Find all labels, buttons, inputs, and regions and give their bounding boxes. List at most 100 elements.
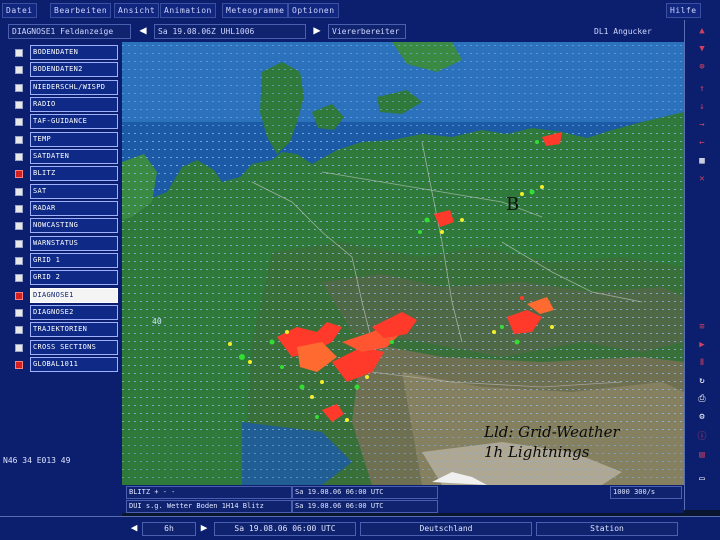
menu-animation[interactable]: Animation	[160, 3, 216, 18]
layer-checkbox-checked[interactable]	[15, 292, 23, 300]
layer-button[interactable]: NOWCASTING	[30, 218, 118, 233]
contour-label: 40	[152, 317, 162, 326]
cross-icon[interactable]: ✕	[690, 172, 714, 186]
menu-datei[interactable]: Datei	[2, 3, 37, 18]
layer-checkbox[interactable]	[15, 49, 23, 57]
menu-hilfe[interactable]: Hilfe	[666, 3, 701, 18]
layer-row[interactable]: DIAGNOSE2	[0, 304, 122, 320]
pressure-label-b: B	[506, 194, 520, 215]
layer-row[interactable]: GRID 2	[0, 269, 122, 285]
loop-icon[interactable]: ↻	[690, 374, 714, 388]
layer-button[interactable]: CROSS SECTIONS	[30, 340, 118, 355]
layer-button[interactable]: DIAGNOSE2	[30, 305, 118, 320]
layer-button[interactable]: RADAR	[30, 201, 118, 216]
layer-row[interactable]: SATDATEN	[0, 148, 122, 164]
east-icon[interactable]: →	[690, 118, 714, 132]
layer-row[interactable]: WARNSTATUS	[0, 235, 122, 251]
play-icon[interactable]: ▶	[690, 338, 714, 352]
layer-button[interactable]: RADIO	[30, 97, 118, 112]
layer-row[interactable]: BODENDATEN2	[0, 61, 122, 77]
layer-checkbox[interactable]	[15, 205, 23, 213]
layer-button[interactable]: WARNSTATUS	[30, 236, 118, 251]
layers-icon[interactable]: ≡	[690, 320, 714, 334]
grid-icon[interactable]: ▦	[690, 154, 714, 168]
layer-row[interactable]: RADAR	[0, 200, 122, 216]
pause-icon[interactable]: Ⅱ	[690, 356, 714, 370]
layer-row[interactable]: BODENDATEN	[0, 44, 122, 60]
zoom-out-icon[interactable]: ▼	[690, 42, 714, 56]
menu-ansicht[interactable]: Ansicht	[114, 3, 160, 18]
layer-button[interactable]: TEMP	[30, 132, 118, 147]
layer-checkbox[interactable]	[15, 101, 23, 109]
menu-optionen[interactable]: Optionen	[288, 3, 339, 18]
chart-icon[interactable]: ▤	[690, 448, 714, 462]
layer-row[interactable]: BLITZ	[0, 165, 122, 181]
layer-checkbox[interactable]	[15, 118, 23, 126]
layer-checkbox[interactable]	[15, 66, 23, 74]
layer-checkbox[interactable]	[15, 240, 23, 248]
cursor-coordinates: N46 34 E013 49	[3, 456, 71, 465]
layer-button[interactable]: SATDATEN	[30, 149, 118, 164]
station-selector[interactable]: Station	[536, 522, 678, 536]
north-icon[interactable]: ↑	[690, 82, 714, 96]
menu-bearbeiten[interactable]: Bearbeiten	[50, 3, 112, 18]
layer-checkbox-checked[interactable]	[15, 170, 23, 178]
layer-button[interactable]: BODENDATEN2	[30, 62, 118, 77]
west-icon[interactable]: ←	[690, 136, 714, 150]
layer-row[interactable]: RADIO	[0, 96, 122, 112]
layer-button[interactable]: GRID 2	[30, 270, 118, 285]
layer-checkbox[interactable]	[15, 136, 23, 144]
print-icon[interactable]: ⎙	[690, 392, 714, 406]
layer-checkbox[interactable]	[15, 326, 23, 334]
application-window: Datei Bearbeiten Ansicht Animation Meteo…	[0, 0, 720, 540]
region-selector[interactable]: Deutschland	[360, 522, 532, 536]
layer-row[interactable]: CROSS SECTIONS	[0, 339, 122, 355]
south-icon[interactable]: ↓	[690, 100, 714, 114]
layer-checkbox[interactable]	[15, 222, 23, 230]
layer-button[interactable]: BLITZ	[30, 166, 118, 181]
layer-row[interactable]: GRID 1	[0, 252, 122, 268]
layer-button[interactable]: SAT	[30, 184, 118, 199]
bottom-bar: ◀ 6h ▶ Sa 19.08.06 06:00 UTC Deutschland…	[0, 516, 720, 540]
layer-row[interactable]: DIAGNOSE1	[0, 287, 122, 303]
layer-checkbox[interactable]	[15, 274, 23, 282]
layer-button[interactable]: GRID 1	[30, 253, 118, 268]
layer-checkbox[interactable]	[15, 344, 23, 352]
info-icon[interactable]: ⓘ	[690, 430, 714, 444]
layer-row[interactable]: NOWCASTING	[0, 217, 122, 233]
mode-field[interactable]: Viererbereiter	[328, 24, 406, 39]
layer-checkbox[interactable]	[15, 84, 23, 92]
layer-checkbox[interactable]	[15, 257, 23, 265]
layer-button[interactable]: TRAJEKTORIEN	[30, 322, 118, 337]
datetime-field[interactable]: Sa 19.08.06Z UHL1006	[154, 24, 306, 39]
layer-checkbox-checked[interactable]	[15, 361, 23, 369]
settings-icon[interactable]: ⚙	[690, 410, 714, 424]
layer-row[interactable]: TEMP	[0, 131, 122, 147]
layer-button[interactable]: BODENDATEN	[30, 45, 118, 60]
layer-button[interactable]: GLOBAL1011	[30, 357, 118, 372]
previous-time-button[interactable]: ◀	[136, 23, 150, 38]
product-field[interactable]: DIAGNOSE1 Feldanzeige	[8, 24, 131, 39]
step-forward-button[interactable]: ▶	[198, 521, 210, 535]
layer-checkbox[interactable]	[15, 188, 23, 196]
layer-row[interactable]: TAF-GUIDANCE	[0, 113, 122, 129]
layer-button[interactable]: NIEDERSCHL/WISPD	[30, 80, 118, 95]
layer-checkbox[interactable]	[15, 153, 23, 161]
menu-meteogramme[interactable]: Meteogramme	[222, 3, 289, 18]
layer-button-active[interactable]: DIAGNOSE1	[30, 288, 118, 303]
step-back-button[interactable]: ◀	[128, 521, 140, 535]
next-time-button[interactable]: ▶	[310, 23, 324, 38]
zoom-in-icon[interactable]: ▲	[690, 24, 714, 38]
layer-checkbox[interactable]	[15, 309, 23, 317]
layer-row[interactable]: TRAJEKTORIEN	[0, 321, 122, 337]
layer-row[interactable]: NIEDERSCHL/WISPD	[0, 79, 122, 95]
pan-icon[interactable]: ⊕	[690, 60, 714, 74]
time-step-field[interactable]: 6h	[142, 522, 196, 536]
status-time-2: Sa 19.08.06 06:00 UTC	[292, 500, 438, 513]
weather-map[interactable]: B 40 Lld: Grid-Weather 1h Lightnings 31	[122, 42, 684, 485]
layer-button[interactable]: TAF-GUIDANCE	[30, 114, 118, 129]
bottom-datetime-field[interactable]: Sa 19.08.06 06:00 UTC	[214, 522, 356, 536]
window-icon[interactable]: ▭	[690, 472, 714, 486]
layer-row[interactable]: SAT	[0, 183, 122, 199]
layer-row[interactable]: GLOBAL1011	[0, 356, 122, 372]
